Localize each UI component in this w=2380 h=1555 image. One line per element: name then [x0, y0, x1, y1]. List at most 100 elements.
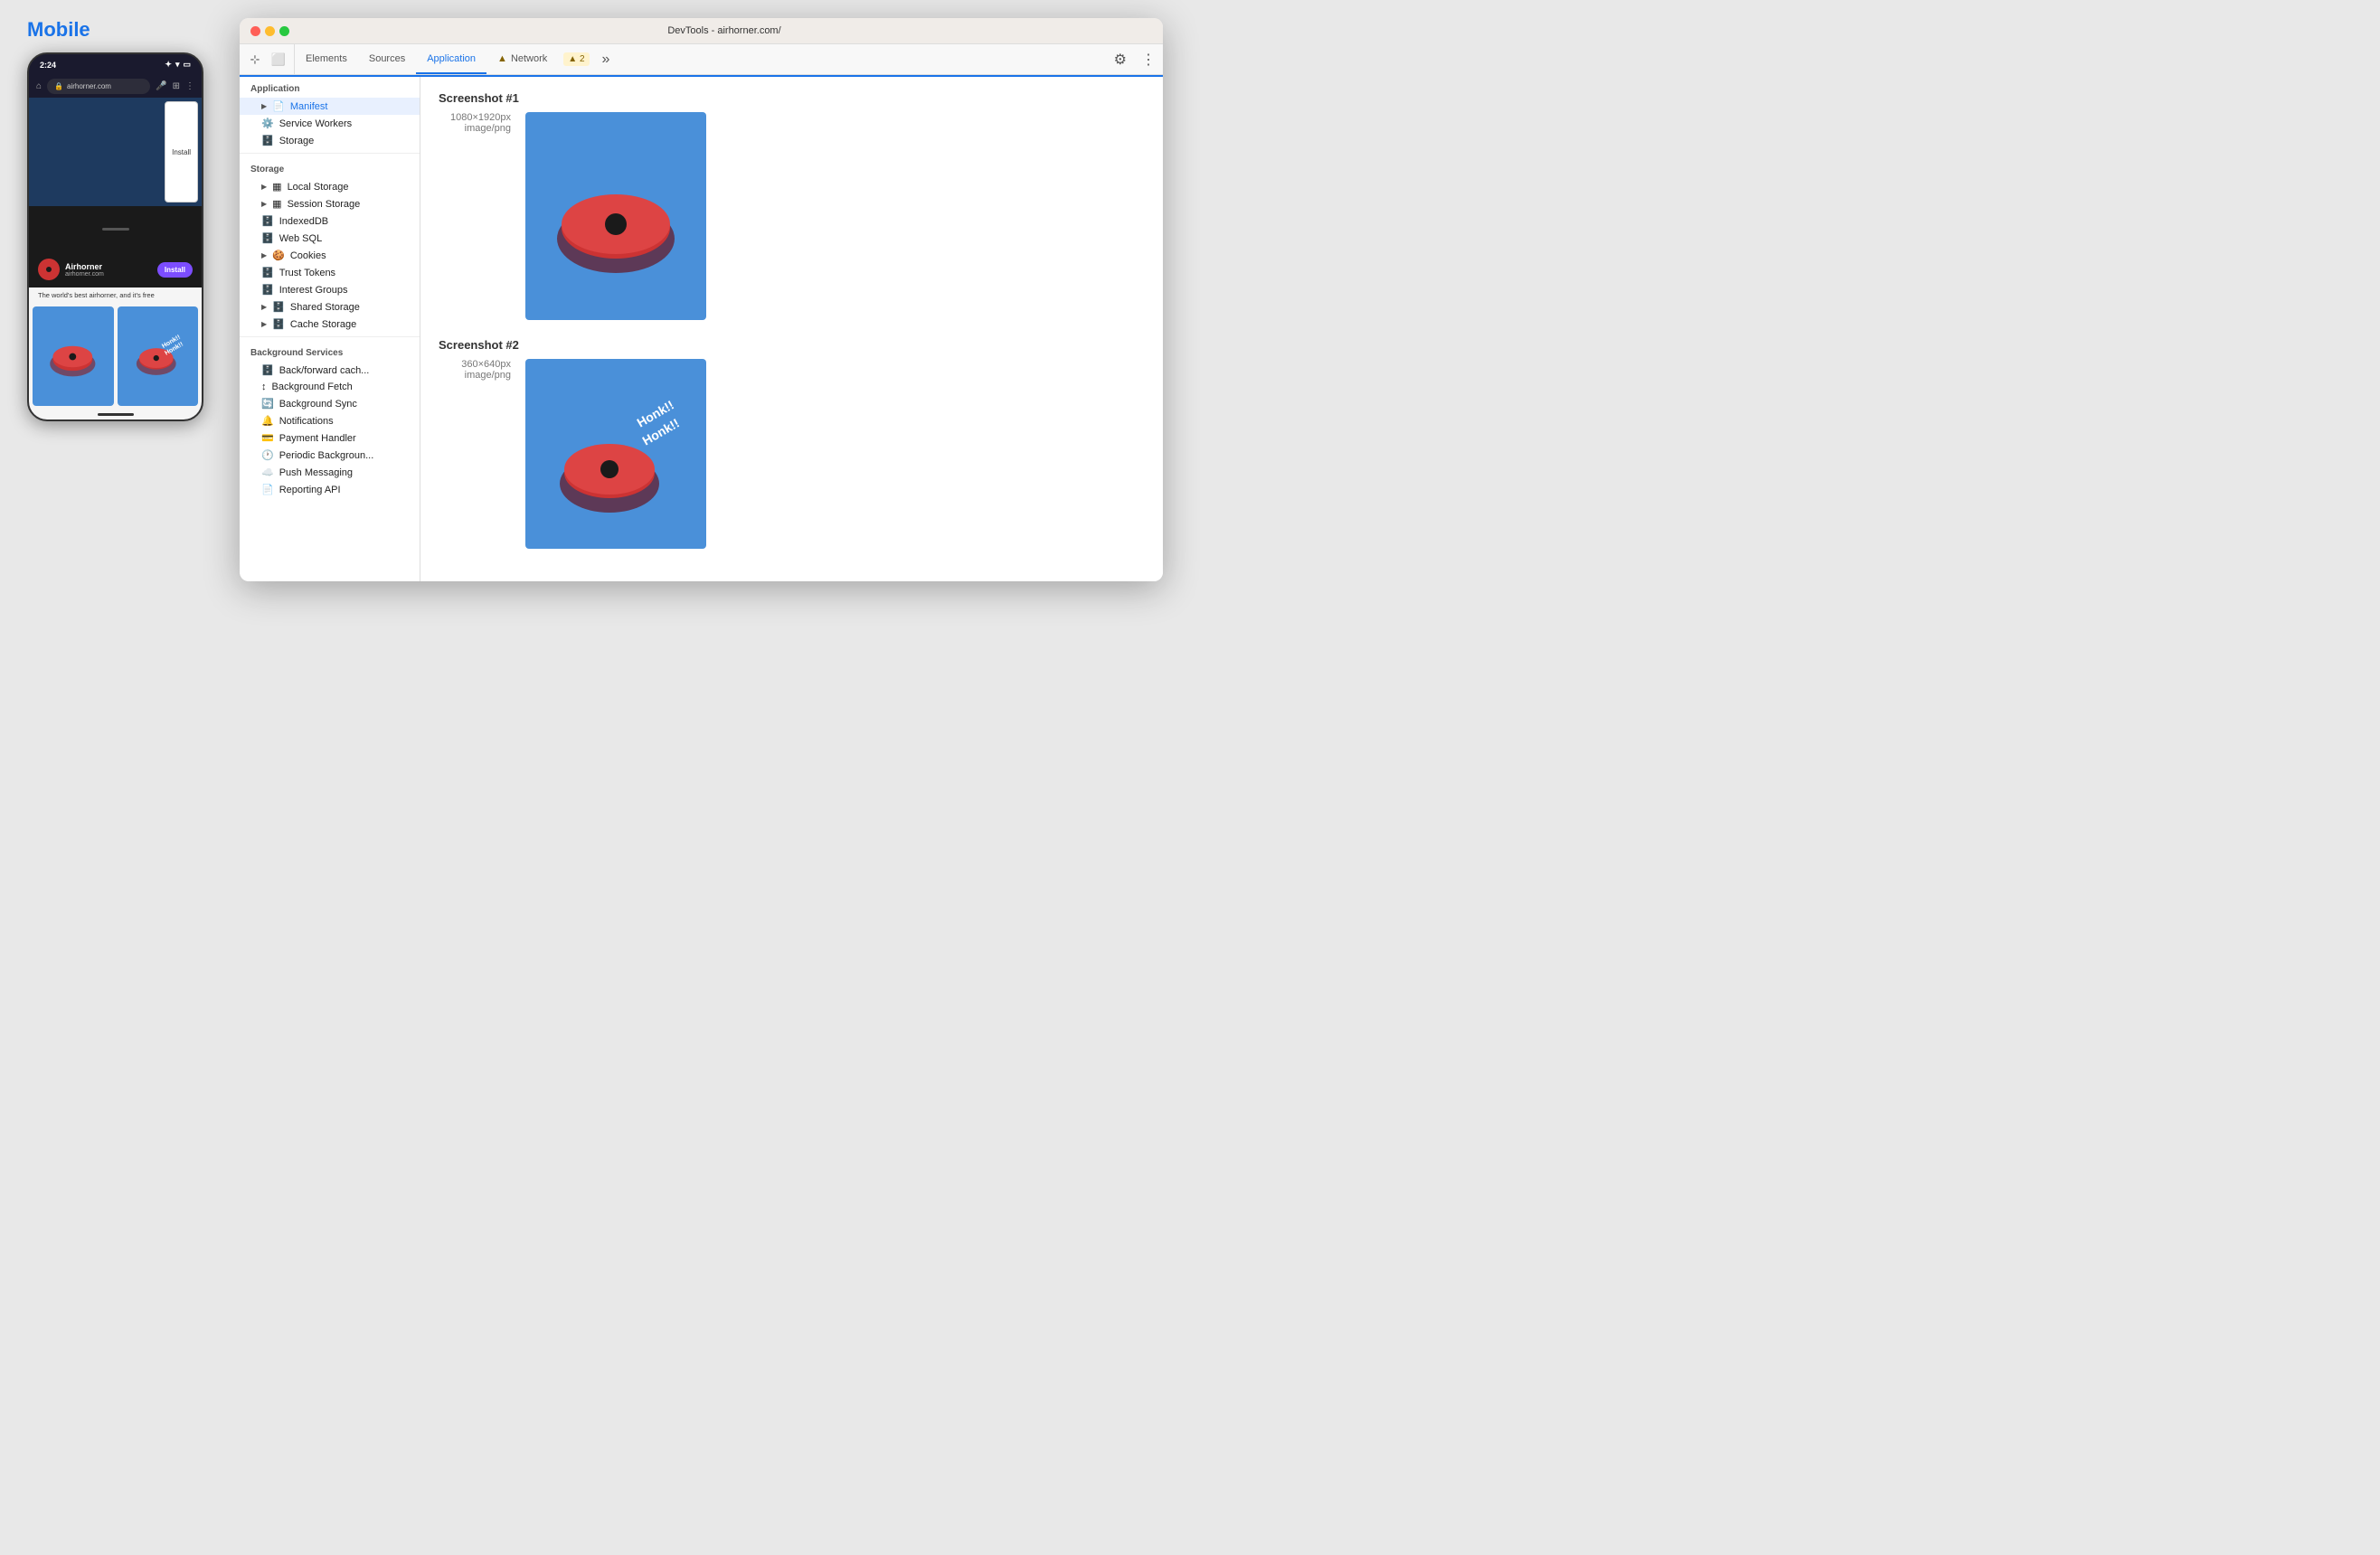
cookies-icon: 🍪 [272, 250, 285, 261]
sidebar-section-application: Application [240, 77, 420, 98]
sidebar-label-cache-storage: Cache Storage [290, 319, 356, 330]
notifications-icon: 🔔 [261, 415, 274, 427]
interest-groups-icon: 🗄️ [261, 284, 274, 296]
banner-app-name: Airhorner [65, 262, 152, 271]
sidebar-item-local-storage[interactable]: ▶ ▦ Local Storage [240, 178, 420, 195]
sidebar-item-cookies[interactable]: ▶ 🍪 Cookies [240, 247, 420, 264]
sidebar-item-notifications[interactable]: 🔔 Notifications [240, 412, 420, 429]
phone-install-banner: Airhorner airhorner.com Install [29, 251, 202, 287]
sidebar-label-local-storage: Local Storage [288, 182, 349, 193]
sidebar-item-payment-handler[interactable]: 💳 Payment Handler [240, 429, 420, 447]
devtools-main: Application ▶ 📄 Manifest ⚙️ Service Work… [240, 77, 1163, 581]
sidebar-item-manifest[interactable]: ▶ 📄 Manifest [240, 98, 420, 115]
sidebar-item-trust-tokens[interactable]: 🗄️ Trust Tokens [240, 264, 420, 281]
cursor-icon[interactable]: ⊹ [245, 50, 265, 70]
devtools-tab-bar: ⊹ ⬜ Elements Sources Application ▲ Netwo… [240, 44, 1163, 75]
more-tabs-button[interactable]: » [595, 44, 618, 74]
tab-sources[interactable]: Sources [358, 44, 416, 74]
tab-elements[interactable]: Elements [295, 44, 358, 74]
local-storage-chevron: ▶ [261, 183, 267, 191]
reporting-api-icon: 📄 [261, 484, 274, 495]
phone-screenshot-2: Honk!! Honk!! [118, 306, 199, 406]
sidebar-item-service-workers[interactable]: ⚙️ Service Workers [240, 115, 420, 132]
sidebar-section-background: Background Services [240, 341, 420, 362]
sidebar-label-session-storage: Session Storage [288, 199, 361, 210]
screenshot-2-svg: Honk!! Honk!! [539, 366, 693, 542]
sidebar-item-session-storage[interactable]: ▶ ▦ Session Storage [240, 195, 420, 212]
sidebar-item-web-sql[interactable]: 🗄️ Web SQL [240, 230, 420, 247]
sidebar-item-back-forward[interactable]: 🗄️ Back/forward cach... [240, 362, 420, 379]
phone-dark-divider [29, 206, 202, 251]
sidebar-item-periodic-bg[interactable]: 🕐 Periodic Backgroun... [240, 447, 420, 464]
app-icon [38, 259, 60, 280]
sidebar-label-back-forward: Back/forward cach... [279, 365, 370, 376]
sidebar-item-reporting-api[interactable]: 📄 Reporting API [240, 481, 420, 498]
web-sql-icon: 🗄️ [261, 232, 274, 244]
screenshot-1-type: image/png [439, 123, 511, 134]
screenshot-1-image [525, 112, 706, 320]
warn-icon: ▲ [497, 53, 507, 64]
tab-application[interactable]: Application [416, 44, 486, 74]
shared-storage-chevron: ▶ [261, 303, 267, 311]
devtools-sidebar: Application ▶ 📄 Manifest ⚙️ Service Work… [240, 77, 420, 581]
phone-description: The world's best airhorner, and it's fre… [29, 287, 202, 303]
sidebar-item-bg-sync[interactable]: 🔄 Background Sync [240, 395, 420, 412]
session-storage-icon: ▦ [272, 198, 281, 210]
sidebar-item-indexeddb[interactable]: 🗄️ IndexedDB [240, 212, 420, 230]
home-bar [98, 413, 134, 416]
tab-spacer [617, 44, 1106, 74]
app-icon-dot [46, 267, 52, 272]
screenshot-1-dimensions: 1080×1920px [439, 112, 511, 123]
phone-install-button-top[interactable]: Install [165, 101, 198, 203]
phone-home-indicator [29, 410, 202, 419]
device-icon[interactable]: ⬜ [269, 50, 288, 70]
sidebar-item-push-messaging[interactable]: ☁️ Push Messaging [240, 464, 420, 481]
install-banner-button[interactable]: Install [157, 262, 193, 278]
sidebar-item-bg-fetch[interactable]: ↕ Background Fetch [240, 379, 420, 395]
sidebar-item-cache-storage[interactable]: ▶ 🗄️ Cache Storage [240, 316, 420, 333]
screenshot-2-label: Screenshot #2 [439, 338, 1145, 352]
sidebar-label-bg-sync: Background Sync [279, 399, 357, 410]
sidebar-label-indexeddb: IndexedDB [279, 216, 328, 227]
screenshot-2-image: Honk!! Honk!! [525, 359, 706, 549]
screenshot-2-container: 360×640px image/png Honk!! Honk!! [439, 359, 1145, 549]
sidebar-divider-2 [240, 336, 420, 337]
bluetooth-icon: ✦ [165, 60, 172, 70]
settings-button[interactable]: ⚙ [1107, 44, 1134, 74]
tab-elements-label: Elements [306, 53, 347, 64]
sidebar-item-storage[interactable]: 🗄️ Storage [240, 132, 420, 149]
address-bar-inner[interactable]: 🔒 airhorner.com [47, 79, 150, 94]
devtools-titlebar: DevTools - airhorner.com/ [240, 18, 1163, 44]
sidebar-label-manifest: Manifest [290, 101, 328, 112]
airhorner-graphic-1 [44, 322, 101, 391]
sidebar-item-shared-storage[interactable]: ▶ 🗄️ Shared Storage [240, 298, 420, 316]
back-forward-icon: 🗄️ [261, 364, 274, 376]
phone-status-bar: 2:24 ✦ ▾ ▭ [29, 54, 202, 75]
sidebar-item-interest-groups[interactable]: 🗄️ Interest Groups [240, 281, 420, 298]
maximize-button[interactable] [279, 26, 289, 36]
sidebar-label-interest-groups: Interest Groups [279, 285, 348, 296]
tab-network[interactable]: ▲ Network [486, 44, 558, 74]
sidebar-label-shared-storage: Shared Storage [290, 302, 360, 313]
phone-frame: 2:24 ✦ ▾ ▭ ⌂ 🔒 airhorner.com 🎤 ⊞ ⋮ Insta… [27, 52, 203, 421]
warn-badge: ▲ 2 [558, 44, 594, 74]
periodic-bg-icon: 🕐 [261, 449, 274, 461]
storage-icon: 🗄️ [261, 135, 274, 146]
manifest-chevron: ▶ [261, 102, 267, 110]
tab-application-label: Application [427, 53, 476, 64]
phone-screenshots: Honk!! Honk!! [29, 303, 202, 410]
menu-icon: ⋮ [185, 81, 194, 91]
banner-app-url: airhorner.com [65, 271, 152, 278]
phone-time: 2:24 [40, 61, 56, 70]
sidebar-label-payment-handler: Payment Handler [279, 433, 356, 444]
tab-network-label: Network [511, 53, 547, 64]
tab-icon: ⊞ [173, 81, 180, 91]
screenshot-1-svg [539, 121, 693, 311]
devtools-window: DevTools - airhorner.com/ ⊹ ⬜ Elements S… [240, 18, 1163, 581]
more-options-button[interactable]: ⋮ [1134, 44, 1163, 74]
battery-icon: ▭ [183, 60, 191, 70]
address-text: airhorner.com [67, 82, 111, 90]
minimize-button[interactable] [265, 26, 275, 36]
close-button[interactable] [250, 26, 260, 36]
push-messaging-icon: ☁️ [261, 466, 274, 478]
